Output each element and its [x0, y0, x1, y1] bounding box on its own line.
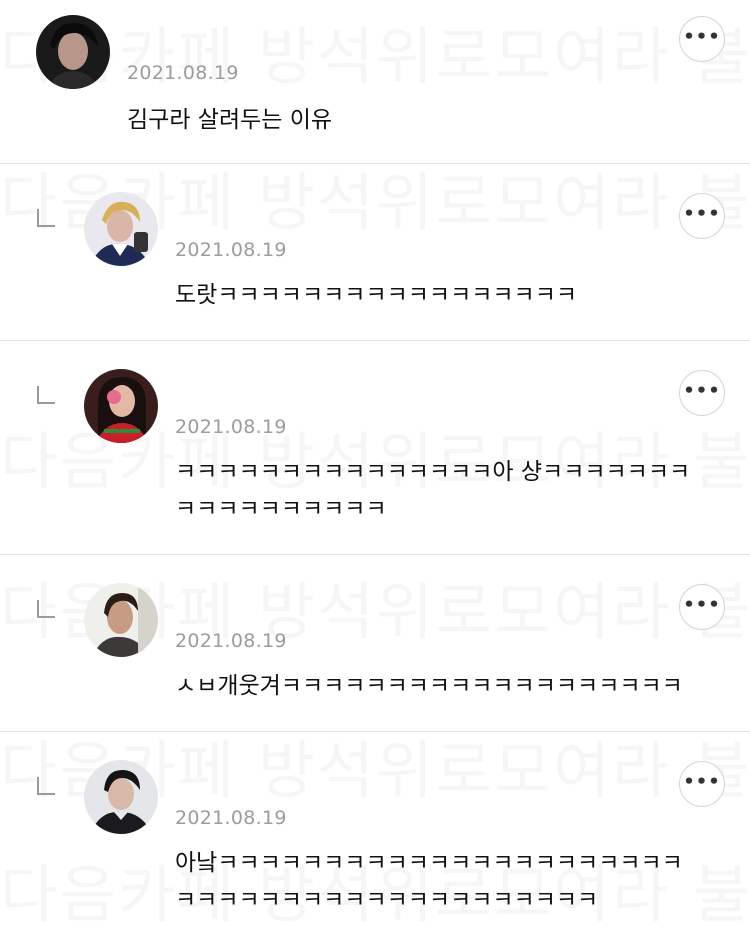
- comment-text: ㅋㅋㅋㅋㅋㅋㅋㅋㅋㅋㅋㅋㅋㅋㅋ아 샹ㅋㅋㅋㅋㅋㅋㅋ ㅋㅋㅋㅋㅋㅋㅋㅋㅋㅋ: [175, 459, 691, 522]
- more-options-button[interactable]: •••: [679, 16, 725, 62]
- comment-text: 아낰ㅋㅋㅋㅋㅋㅋㅋㅋㅋㅋㅋㅋㅋㅋㅋㅋㅋㅋㅋㅋㅋㅋ ㅋㅋㅋㅋㅋㅋㅋㅋㅋㅋㅋㅋㅋㅋㅋ…: [175, 850, 683, 913]
- user-avatar-icon[interactable]: [84, 192, 158, 266]
- more-options-icon: •••: [683, 771, 721, 793]
- reply-item: 다음카페 방석위로모여라 불펌금지 다음카페 방석위로모여라 불펌금지 2021…: [0, 732, 750, 945]
- more-options-icon: •••: [683, 26, 721, 48]
- reply-arrow-icon: [37, 386, 55, 404]
- reply-item: 다음카페 방석위로모여라 불펌금지 2021.08.19 ㅋㅋㅋㅋㅋㅋㅋㅋㅋㅋㅋ…: [0, 341, 750, 555]
- comment-date: 2021.08.19: [175, 239, 287, 261]
- more-options-button[interactable]: •••: [679, 370, 725, 416]
- comment-date: 2021.08.19: [175, 630, 287, 652]
- reply-arrow-icon: [37, 777, 55, 795]
- reply-arrow-icon: [37, 209, 55, 227]
- comment-text: ㅅㅂ개웃겨ㅋㅋㅋㅋㅋㅋㅋㅋㅋㅋㅋㅋㅋㅋㅋㅋㅋㅋㅋ: [175, 673, 683, 699]
- user-avatar-icon[interactable]: [84, 369, 158, 443]
- comment-text: 도랏ㅋㅋㅋㅋㅋㅋㅋㅋㅋㅋㅋㅋㅋㅋㅋㅋㅋ: [175, 282, 578, 308]
- more-options-button[interactable]: •••: [679, 584, 725, 630]
- reply-arrow-icon: [37, 600, 55, 618]
- more-options-icon: •••: [683, 203, 721, 225]
- user-avatar-icon[interactable]: [84, 583, 158, 657]
- comment-date: 2021.08.19: [175, 807, 287, 829]
- comment-date: 2021.08.19: [175, 416, 287, 438]
- more-options-icon: •••: [683, 380, 721, 402]
- watermark: 다음카페 방석위로모여라 불펌금지: [0, 6, 750, 96]
- comment-date: 2021.08.19: [127, 62, 239, 84]
- reply-item: 다음카페 방석위로모여라 불펌금지 2021.08.19 도랏ㅋㅋㅋㅋㅋㅋㅋㅋㅋ…: [0, 164, 750, 341]
- more-options-icon: •••: [683, 594, 721, 616]
- user-avatar-icon[interactable]: [84, 760, 158, 834]
- more-options-button[interactable]: •••: [679, 761, 725, 807]
- comment-text: 김구라 살려두는 이유: [127, 107, 333, 133]
- user-avatar-icon[interactable]: [36, 15, 110, 89]
- reply-item: 다음카페 방석위로모여라 불펌금지 2021.08.19 ㅅㅂ개웃겨ㅋㅋㅋㅋㅋㅋ…: [0, 555, 750, 732]
- comment-item: 다음카페 방석위로모여라 불펌금지 2021.08.19 김구라 살려두는 이유…: [0, 0, 750, 164]
- more-options-button[interactable]: •••: [679, 193, 725, 239]
